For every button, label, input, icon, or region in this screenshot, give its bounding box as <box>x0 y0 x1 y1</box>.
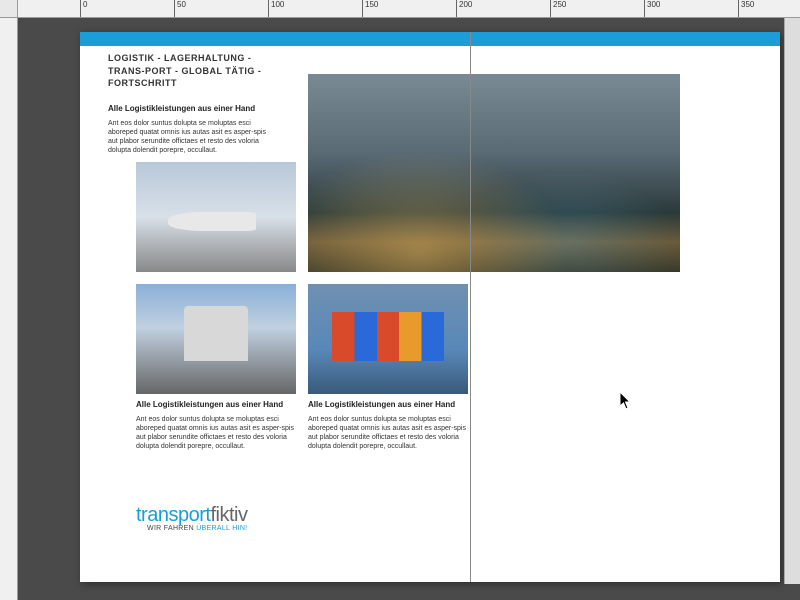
ruler-tick: 0 <box>80 0 87 18</box>
ruler-vertical[interactable] <box>0 18 18 600</box>
section-title[interactable]: Alle Logistikleistungen aus einer Hand <box>308 400 468 409</box>
logo-part1: transport <box>136 504 210 526</box>
section-title[interactable]: Alle Logistikleistungen aus einer Hand <box>136 400 296 409</box>
headline-text[interactable]: LOGISTIK - LAGERHALTUNG - TRANS-PORT - G… <box>108 52 268 90</box>
section-title[interactable]: Alle Logistikleistungen aus einer Hand <box>108 104 268 113</box>
tagline-b: ÜBERALL HIN! <box>196 525 247 532</box>
header-bar <box>80 32 780 46</box>
logo[interactable]: transportfiktiv WIR FAHREN ÜBERALL HIN! <box>136 504 247 532</box>
section-body[interactable]: Ant eos dolor suntus dolupta se moluptas… <box>136 415 296 451</box>
tagline-a: WIR FAHREN <box>147 525 196 532</box>
image-ship[interactable] <box>308 284 468 394</box>
page-content: LOGISTIK - LAGERHALTUNG - TRANS-PORT - G… <box>108 52 752 562</box>
ruler-horizontal[interactable]: 0 50 100 150 200 250 300 350 <box>18 0 800 18</box>
logo-part2: fiktiv <box>210 504 247 526</box>
ruler-tick: 200 <box>456 0 472 18</box>
image-truck[interactable] <box>136 284 296 394</box>
image-airplane[interactable] <box>136 162 296 272</box>
ruler-tick: 300 <box>644 0 660 18</box>
canvas[interactable]: LOGISTIK - LAGERHALTUNG - TRANS-PORT - G… <box>18 18 800 600</box>
mouse-cursor-icon <box>620 392 632 413</box>
logo-tagline: WIR FAHREN ÜBERALL HIN! <box>136 525 247 532</box>
section-body[interactable]: Ant eos dolor suntus dolupta se moluptas… <box>308 415 468 451</box>
logo-wordmark: transportfiktiv <box>136 504 247 527</box>
ruler-origin <box>0 0 18 18</box>
ruler-tick: 150 <box>362 0 378 18</box>
image-hero-city[interactable] <box>308 74 680 272</box>
page-fold-guide <box>470 32 471 582</box>
document-page[interactable]: LOGISTIK - LAGERHALTUNG - TRANS-PORT - G… <box>80 32 780 582</box>
ruler-tick: 100 <box>268 0 284 18</box>
ruler-tick: 250 <box>550 0 566 18</box>
ruler-tick: 350 <box>738 0 754 18</box>
scrollbar-vertical[interactable] <box>784 18 800 584</box>
section-body[interactable]: Ant eos dolor suntus dolupta se moluptas… <box>108 119 268 155</box>
ruler-tick: 50 <box>174 0 186 18</box>
